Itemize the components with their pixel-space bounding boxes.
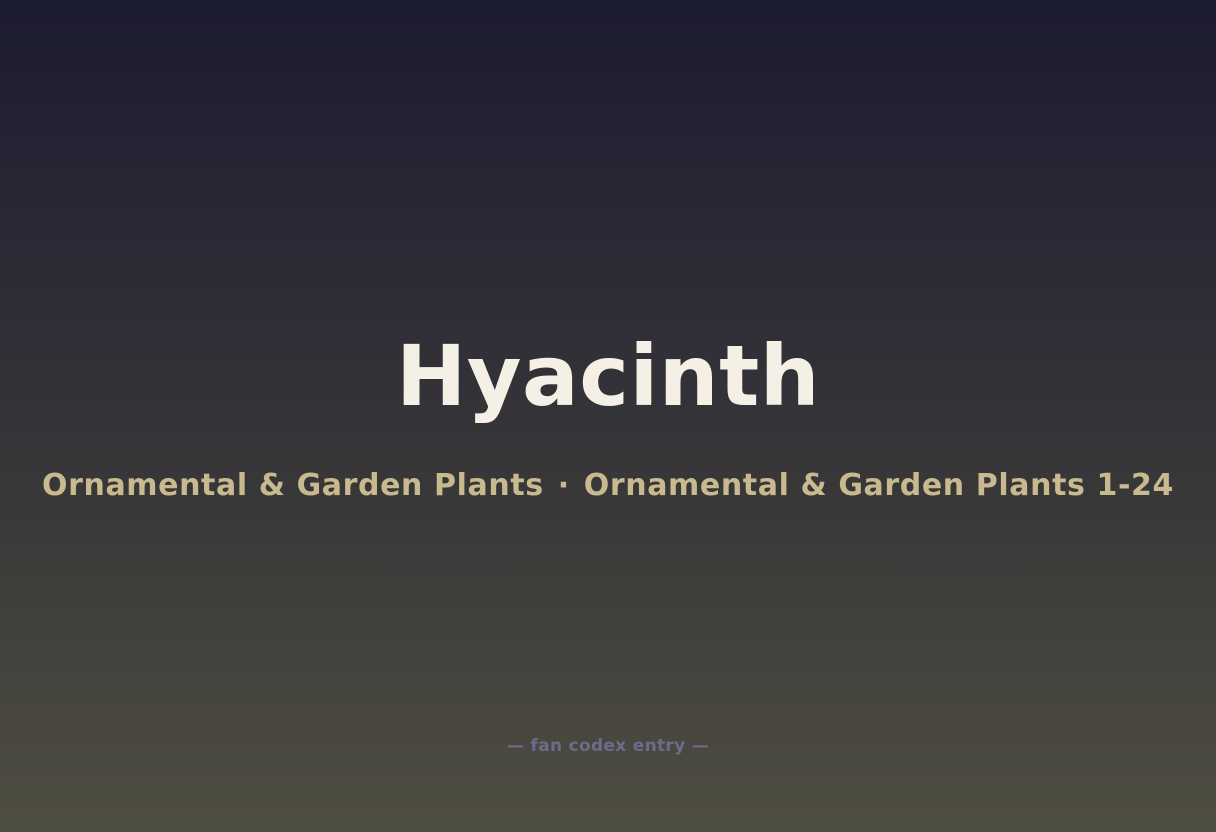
entry-subtitle: Ornamental & Garden Plants · Ornamental & … xyxy=(0,466,1216,506)
entry-title: Hyacinth xyxy=(395,327,821,425)
codex-footer: — fan codex entry — xyxy=(507,736,709,756)
subtitle-separator: · xyxy=(557,468,570,503)
entry-category: Ornamental & Garden Plants xyxy=(41,468,544,503)
entry-subcategory: Ornamental & Garden Plants 1-24 xyxy=(583,468,1174,503)
